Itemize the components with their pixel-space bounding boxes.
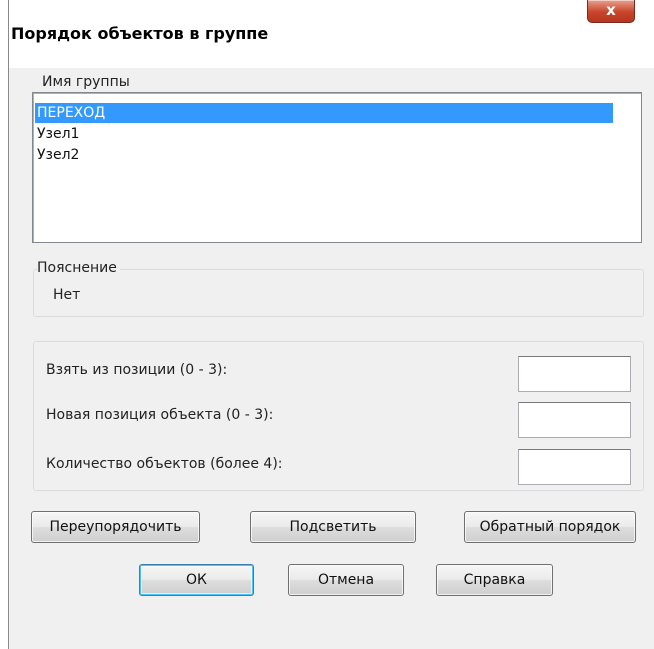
- reverse-order-button[interactable]: Обратный порядок: [464, 511, 636, 543]
- new-position-input[interactable]: [518, 402, 631, 438]
- object-count-input[interactable]: [518, 449, 631, 485]
- close-button[interactable]: x: [587, 0, 635, 23]
- explanation-label: Пояснение: [37, 260, 120, 276]
- list-item[interactable]: ПЕРЕХОД: [35, 103, 613, 123]
- group-name-label: Имя группы: [42, 74, 130, 90]
- close-icon: x: [606, 1, 616, 19]
- from-position-label: Взять из позиции (0 - 3):: [46, 362, 228, 378]
- dialog-window: Порядок объектов в группе x Имя группы П…: [8, 0, 654, 649]
- list-item[interactable]: Узел2: [35, 145, 613, 165]
- highlight-button[interactable]: Подсветить: [250, 511, 416, 543]
- cancel-button[interactable]: Отмена: [288, 564, 404, 596]
- new-position-label: Новая позиция объекта (0 - 3):: [46, 407, 274, 423]
- help-button[interactable]: Справка: [436, 564, 553, 596]
- title-bar: Порядок объектов в группе x: [9, 0, 654, 68]
- explanation-value: Нет: [53, 287, 81, 303]
- from-position-input[interactable]: [518, 356, 631, 392]
- group-listbox[interactable]: ПЕРЕХОД Узел1 Узел2: [32, 92, 642, 243]
- list-item[interactable]: Узел1: [35, 124, 613, 144]
- explanation-group: [33, 269, 644, 317]
- object-count-label: Количество объектов (более 4):: [46, 456, 283, 472]
- reorder-button[interactable]: Переупорядочить: [31, 511, 200, 543]
- ok-button[interactable]: ОК: [139, 564, 254, 596]
- window-title: Порядок объектов в группе: [11, 24, 269, 43]
